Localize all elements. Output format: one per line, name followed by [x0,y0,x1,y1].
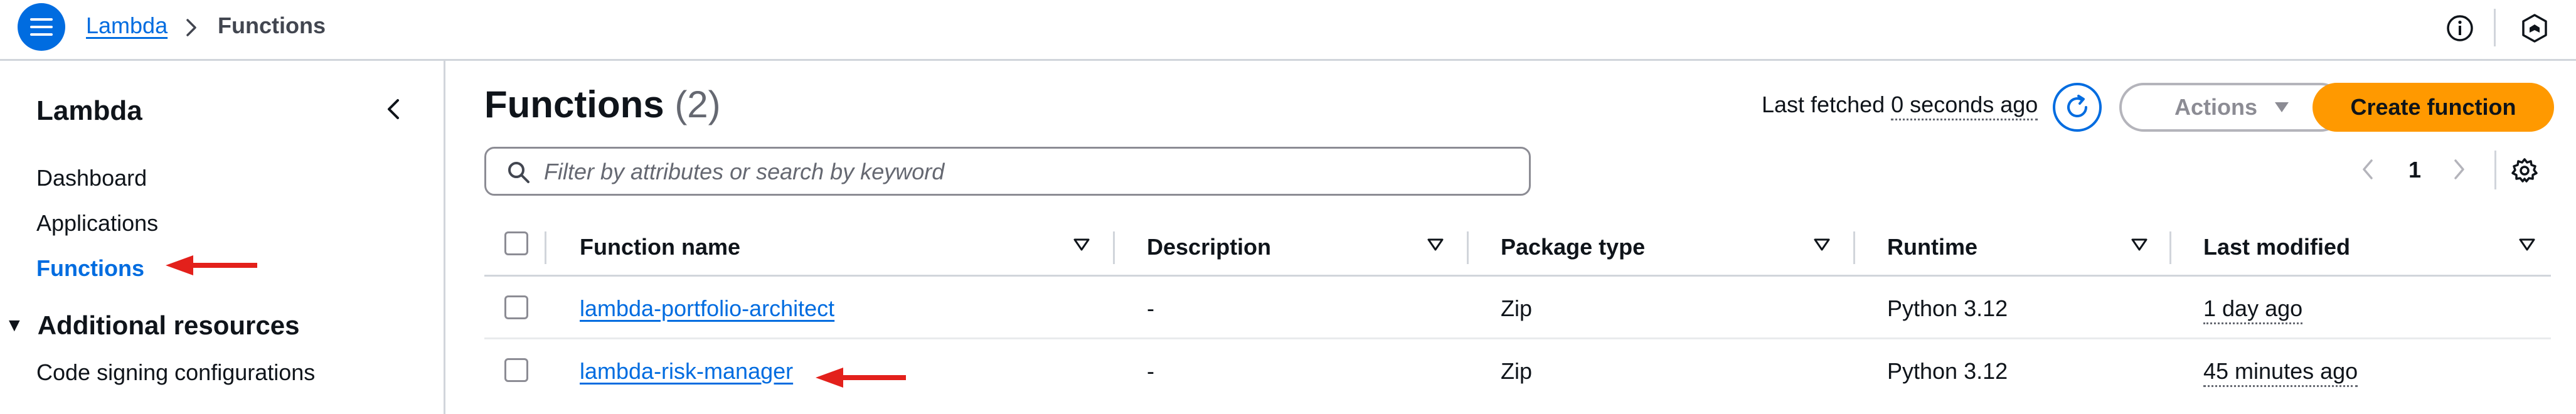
column-header-function-name[interactable]: Function name [580,234,740,260]
collapse-sidebar-icon[interactable] [384,97,403,125]
breadcrumb-lambda-link[interactable]: Lambda [86,13,168,39]
column-header-package-type[interactable]: Package type [1501,234,1645,260]
sidebar-section-additional-resources[interactable]: ▼ Additional resources [5,310,299,341]
sort-icon[interactable] [1427,238,1444,252]
info-icon[interactable] [2446,14,2474,46]
refresh-button[interactable] [2053,83,2102,132]
table-row[interactable]: lambda-risk-manager - Zip Python 3.12 45… [484,339,2551,402]
search-input[interactable] [544,156,1510,188]
function-runtime: Python 3.12 [1887,358,2008,384]
pager-divider [2494,151,2496,189]
page-title: Functions (2) [484,83,721,126]
chevron-right-icon [184,18,199,41]
function-last-modified: 1 day ago [2203,295,2303,324]
actions-dropdown-button[interactable]: Actions [2119,83,2345,132]
breadcrumb-current: Functions [218,13,326,38]
function-package-type: Zip [1501,295,1533,321]
function-package-type: Zip [1501,358,1533,384]
top-navigation-bar: Lambda Functions [0,0,2576,61]
sort-icon[interactable] [1073,238,1090,252]
annotation-arrow-functions [166,255,257,275]
notifications-hex-icon[interactable] [2519,13,2550,47]
sidebar: Lambda Dashboard Applications Functions … [0,61,445,414]
column-header-description[interactable]: Description [1147,234,1271,260]
sort-icon[interactable] [1813,238,1831,252]
column-header-last-modified[interactable]: Last modified [2203,234,2350,260]
previous-page-icon[interactable] [2360,158,2375,184]
topbar-divider [2494,9,2496,46]
caret-down-icon: ▼ [5,315,24,336]
column-divider [545,231,546,264]
function-description: - [1147,295,1154,321]
actions-label: Actions [2174,94,2257,120]
sidebar-item-applications[interactable]: Applications [36,210,158,236]
function-description: - [1147,358,1154,384]
caret-down-icon [2275,102,2289,112]
last-fetched-label: Last fetched [1762,92,1885,117]
function-name-link[interactable]: lambda-risk-manager [580,358,793,385]
sidebar-item-dashboard[interactable]: Dashboard [36,165,147,191]
column-divider [1853,231,1855,264]
search-icon [508,162,530,183]
sidebar-section-label: Additional resources [37,310,300,340]
function-last-modified: 45 minutes ago [2203,358,2358,387]
table-header: Function name Description Package type R… [484,216,2551,277]
row-checkbox[interactable] [504,358,528,382]
sidebar-title: Lambda [36,95,142,126]
column-header-runtime[interactable]: Runtime [1887,234,1977,260]
function-runtime: Python 3.12 [1887,295,2008,321]
sort-icon[interactable] [2131,238,2148,252]
column-divider [2169,231,2171,264]
next-page-icon[interactable] [2452,158,2467,184]
function-count: (2) [674,83,721,125]
current-page-number[interactable]: 1 [2408,157,2421,183]
table-row[interactable]: lambda-portfolio-architect - Zip Python … [484,277,2551,339]
last-modified-text: 45 minutes ago [2203,358,2358,387]
page-title-text: Functions [484,83,664,125]
last-fetched: Last fetched 0 seconds ago [1762,92,2038,120]
menu-icon[interactable] [18,3,65,51]
sidebar-item-code-signing[interactable]: Code signing configurations [36,359,315,386]
last-modified-text: 1 day ago [2203,295,2303,324]
select-all-checkbox[interactable] [504,231,528,255]
sidebar-item-functions[interactable]: Functions [36,255,144,282]
refresh-icon [2067,95,2087,118]
search-filter[interactable] [484,147,1531,196]
column-divider [1113,231,1115,264]
column-divider [1467,231,1469,264]
create-function-button[interactable]: Create function [2313,83,2554,132]
last-fetched-value: 0 seconds ago [1891,92,2038,120]
gear-icon[interactable] [2511,157,2538,188]
function-name-link[interactable]: lambda-portfolio-architect [580,295,834,322]
sort-icon[interactable] [2518,238,2536,252]
row-checkbox[interactable] [504,295,528,319]
